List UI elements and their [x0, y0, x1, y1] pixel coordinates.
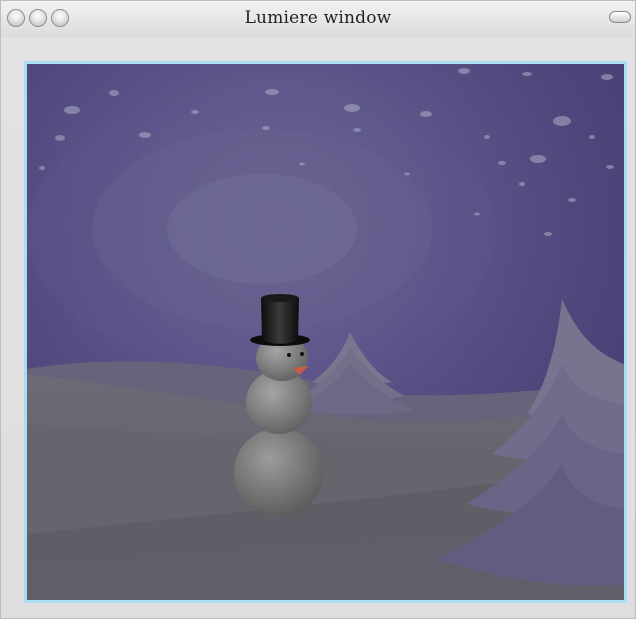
snowman-eye [300, 352, 304, 356]
title-bar[interactable]: Lumiere window [1, 1, 635, 37]
hat-top [261, 294, 299, 302]
snow-scene-canvas [27, 64, 624, 600]
app-window: Lumiere window [0, 0, 636, 619]
sky-glow-ring [167, 174, 357, 284]
render-viewport[interactable] [24, 61, 627, 603]
toolbar-toggle-icon[interactable] [609, 11, 631, 23]
top-hat [261, 295, 299, 344]
snowman-base [234, 428, 324, 516]
snowman-eye [287, 353, 291, 357]
window-title: Lumiere window [244, 8, 392, 28]
